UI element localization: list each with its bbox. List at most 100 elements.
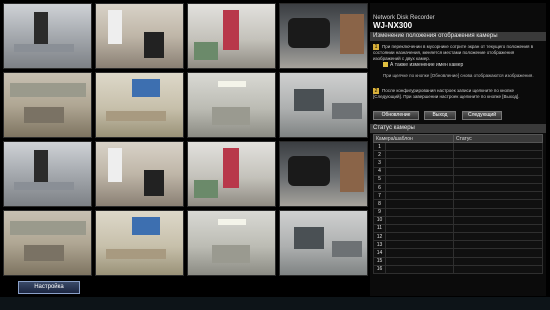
row-number: 8: [373, 199, 386, 209]
camera-tile-8[interactable]: [279, 72, 368, 138]
row-number: 10: [373, 215, 386, 225]
row-number: 16: [373, 264, 386, 275]
camera-name-cell: [385, 248, 454, 258]
table-row[interactable]: 13: [373, 240, 543, 250]
camera-status-cell: [453, 141, 543, 152]
camera-name-cell: [385, 182, 454, 193]
camera-tile-14[interactable]: [95, 210, 184, 276]
table-row[interactable]: 5: [373, 174, 543, 184]
table-row[interactable]: 9: [373, 207, 543, 217]
table-row[interactable]: 11: [373, 223, 543, 234]
row-number: 15: [373, 256, 386, 266]
table-row[interactable]: 4: [373, 166, 543, 176]
row-number: 1: [373, 141, 386, 152]
table-row[interactable]: 6: [373, 182, 543, 193]
camera-name-cell: [385, 199, 454, 209]
camera-name-cell: [385, 141, 454, 152]
camera-status-cell: [453, 182, 543, 193]
row-number: 5: [373, 174, 386, 184]
refresh-button[interactable]: Обновление: [373, 111, 419, 120]
row-number: 11: [373, 223, 386, 234]
camera-tile-16[interactable]: [279, 210, 368, 276]
camera-name-cell: [385, 191, 454, 201]
camera-status-cell: [453, 256, 543, 266]
camera-tile-9[interactable]: [3, 141, 92, 207]
camera-name-cell: [385, 256, 454, 266]
step-1: 1 При переключении в мусорнике сотрите эк…: [373, 44, 543, 61]
checkbox-checked-icon: [383, 62, 388, 68]
camera-tile-13[interactable]: [3, 210, 92, 276]
camera-status-cell: [453, 174, 543, 184]
camera-status-cell: [453, 215, 543, 225]
camera-name-cell: [385, 166, 454, 176]
table-row[interactable]: 2: [373, 150, 543, 160]
camera-name-cell: [385, 158, 454, 168]
exit-button[interactable]: Выход: [424, 111, 456, 120]
row-number: 12: [373, 232, 386, 242]
section-title: Изменение положения отображения камеры: [370, 32, 546, 41]
table-row[interactable]: 3: [373, 158, 543, 168]
camera-tile-15[interactable]: [187, 210, 276, 276]
camera-tile-11[interactable]: [187, 141, 276, 207]
camera-tile-2[interactable]: [95, 3, 184, 69]
camera-tile-5[interactable]: [3, 72, 92, 138]
row-number: 14: [373, 248, 386, 258]
camera-grid: [3, 3, 369, 278]
step-1-note: При щелчке по кнопке [Обновление] снова …: [383, 73, 534, 78]
camera-status-cell: [453, 199, 543, 209]
camera-tile-4[interactable]: [279, 3, 368, 69]
camera-status-cell: [453, 240, 543, 250]
table-row[interactable]: 12: [373, 232, 543, 242]
table-row[interactable]: 10: [373, 215, 543, 225]
camera-status-cell: [453, 248, 543, 258]
camera-status-cell: [453, 207, 543, 217]
row-number: 4: [373, 166, 386, 176]
bottom-bar: [0, 297, 550, 310]
step-2-text: После конфигурирования настроек записи щ…: [373, 88, 520, 99]
column-header-camera: Камера/шаблон: [373, 134, 454, 143]
table-row[interactable]: 15: [373, 256, 543, 266]
table-row[interactable]: 16: [373, 264, 543, 275]
camera-status-table: Камера/шаблон Статус 1 2 3 4 5 6 7 8 9 10 11 12 13 14…: [373, 134, 543, 275]
row-number: 3: [373, 158, 386, 168]
camera-name-cell: [385, 174, 454, 184]
camera-tile-10[interactable]: [95, 141, 184, 207]
settings-panel: Network Disk Recorder WJ-NX300 Изменение…: [370, 3, 546, 296]
step-2: 2 После конфигурирования настроек записи …: [373, 88, 543, 100]
camera-status-cell: [453, 150, 543, 160]
camera-name-cell: [385, 232, 454, 242]
table-row[interactable]: 14: [373, 248, 543, 258]
camera-status-cell: [453, 223, 543, 234]
row-number: 13: [373, 240, 386, 250]
setup-button[interactable]: Настройка: [18, 281, 80, 294]
camera-name-cell: [385, 264, 454, 275]
camera-name-cell: [385, 215, 454, 225]
rename-cameras-checkbox[interactable]: А также изменение имен камер: [383, 62, 463, 68]
camera-status-cell: [453, 264, 543, 275]
status-title: Статус камеры: [370, 124, 546, 133]
camera-name-cell: [385, 150, 454, 160]
row-number: 7: [373, 191, 386, 201]
model-name: WJ-NX300: [373, 21, 413, 30]
camera-tile-12[interactable]: [279, 141, 368, 207]
row-number: 9: [373, 207, 386, 217]
camera-tile-3[interactable]: [187, 3, 276, 69]
camera-status-cell: [453, 232, 543, 242]
camera-name-cell: [385, 223, 454, 234]
camera-status-cell: [453, 158, 543, 168]
step-1-text: При переключении в мусорнике сотрите экр…: [373, 44, 534, 61]
table-row[interactable]: 7: [373, 191, 543, 201]
camera-name-cell: [385, 240, 454, 250]
camera-status-cell: [453, 191, 543, 201]
next-button[interactable]: Следующий: [462, 111, 502, 120]
camera-status-cell: [453, 166, 543, 176]
row-number: 6: [373, 182, 386, 193]
camera-name-cell: [385, 207, 454, 217]
table-row[interactable]: 8: [373, 199, 543, 209]
camera-tile-7[interactable]: [187, 72, 276, 138]
row-number: 2: [373, 150, 386, 160]
column-header-status: Статус: [453, 134, 543, 143]
camera-tile-6[interactable]: [95, 72, 184, 138]
camera-tile-1[interactable]: [3, 3, 92, 69]
table-row[interactable]: 1: [373, 141, 543, 152]
